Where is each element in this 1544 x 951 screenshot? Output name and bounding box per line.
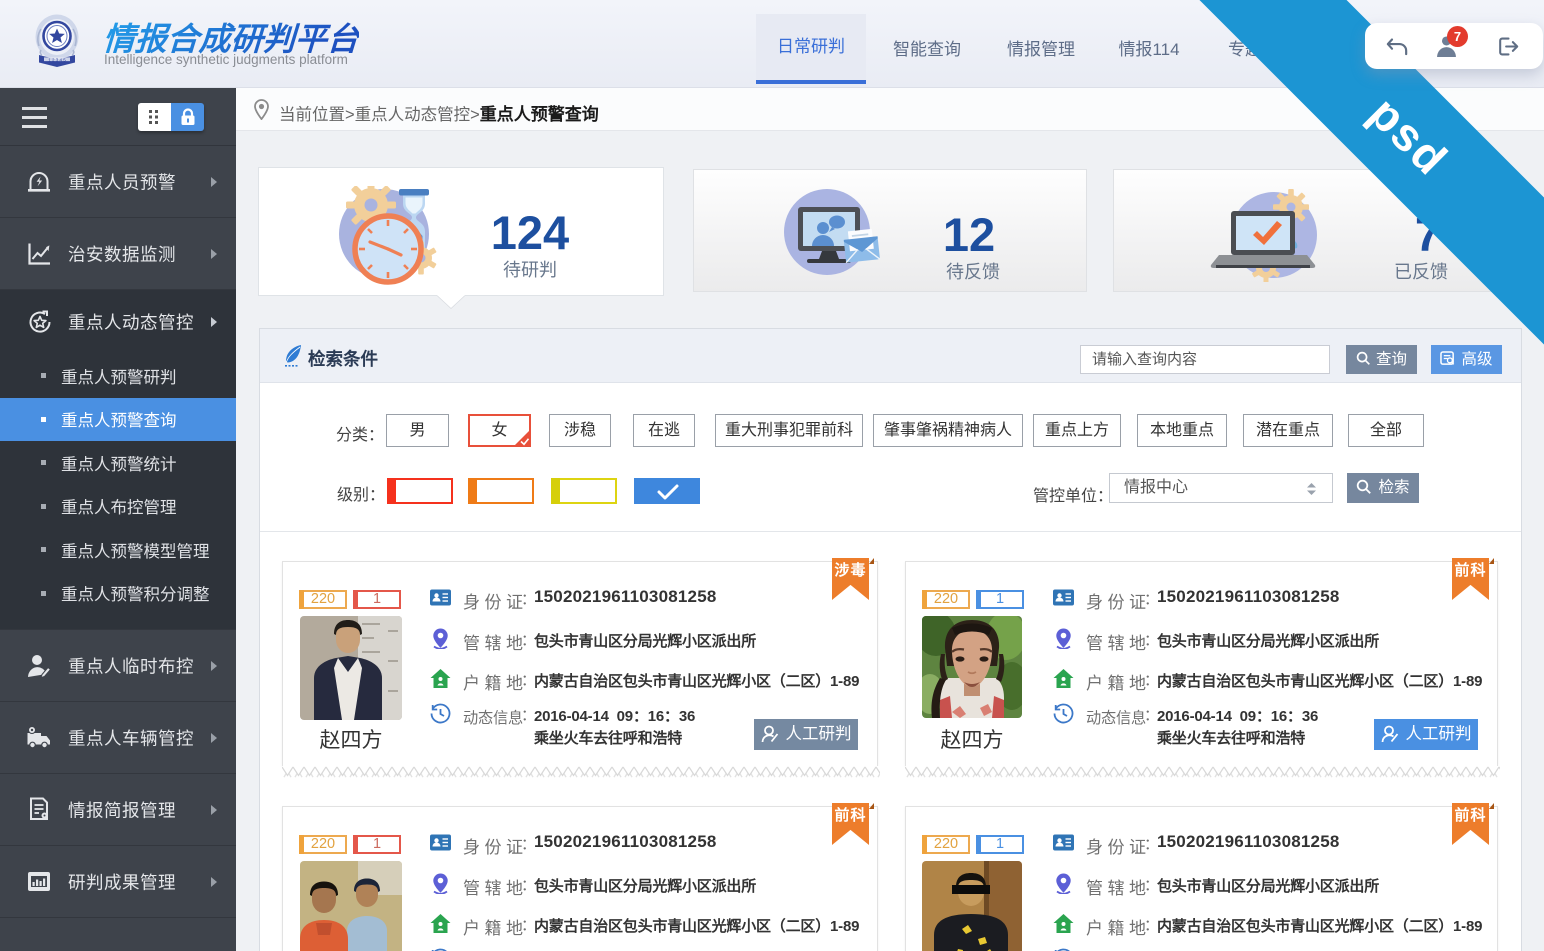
svg-text:1 2 3 4 5: 1 2 3 4 5: [48, 58, 66, 63]
